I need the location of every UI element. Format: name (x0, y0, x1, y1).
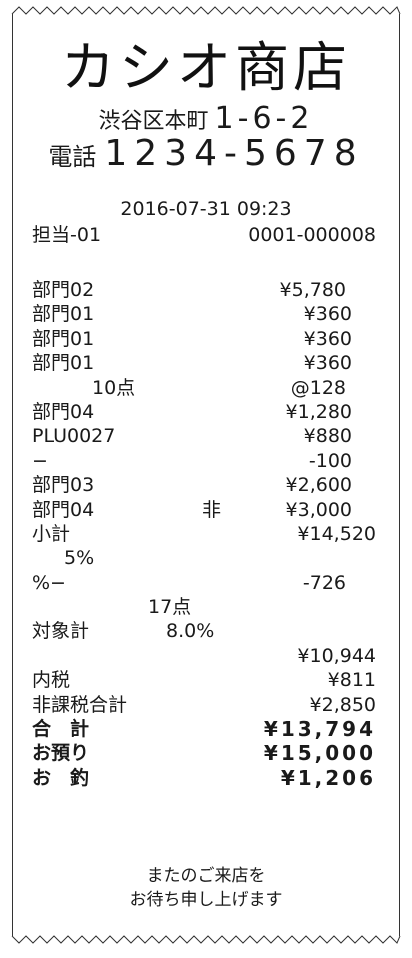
line-item-discount: − -100 (32, 449, 376, 473)
line-label: 部門02 (32, 279, 95, 301)
subtotal-label: 小計 (32, 522, 71, 545)
line-item: 部門02 ¥5,780 (32, 278, 376, 302)
change-amount: ¥1,206 (280, 765, 376, 790)
item-count: 17点 (148, 596, 192, 619)
line-label: 部門01 (32, 352, 95, 375)
line-label: 部門01 (32, 327, 95, 350)
line-amount: ¥360 (303, 352, 352, 375)
total-amount: ¥13,794 (263, 717, 376, 742)
store-phone: 電話 1234-5678 (0, 134, 412, 177)
receipt-bottom-edge (11, 935, 401, 944)
line-label: 部門04 (32, 400, 95, 423)
discount-rate: 5% (64, 547, 95, 570)
tendered-amount: ¥15,000 (263, 741, 376, 766)
line-amount: ¥880 (303, 425, 352, 448)
line-amount: ¥2,600 (285, 474, 352, 497)
line-amount: ¥3,000 (285, 498, 352, 521)
taxable-total-row: 対象計 8.0% (32, 619, 376, 643)
transaction-datetime: 2016-07-31 09:23 (120, 198, 292, 220)
tendered-row: お預り ¥15,000 (32, 741, 376, 765)
line-amount: ¥360 (303, 327, 352, 350)
line-label: − (32, 449, 48, 472)
line-label: 部門01 (32, 303, 95, 326)
line-label: 部門04 (32, 498, 95, 521)
unit-price: @128 (290, 376, 346, 399)
discount-label: %− (32, 571, 66, 594)
non-taxable-total-label: 非課税合計 (32, 693, 128, 716)
footer-line-2: お待ち申し上げます (129, 890, 283, 910)
line-amount: ¥5,780 (279, 279, 346, 301)
staff-id: 担当-01 (32, 224, 102, 246)
taxable-total-amount: ¥10,944 (297, 644, 376, 667)
change-label: お 釣 (32, 766, 90, 789)
total-label: 合 計 (32, 718, 90, 741)
staff-row: 担当-01 0001-000008 (32, 222, 376, 248)
footer-line-1: またのご来店を (146, 866, 266, 886)
non-taxable-mark: 非 (202, 498, 222, 521)
line-label: PLU0027 (32, 425, 116, 448)
line-label: 部門03 (32, 474, 95, 497)
line-item: 部門04 非 ¥3,000 (32, 498, 376, 522)
total-row: 合 計 ¥13,794 (32, 717, 376, 741)
included-tax-label: 内税 (32, 669, 71, 692)
subtotal-row: 小計 ¥14,520 (32, 522, 376, 546)
line-item: PLU0027 ¥880 (32, 424, 376, 448)
line-item: 部門01 ¥360 (32, 302, 376, 326)
quantity-count: 10点 (92, 376, 136, 399)
address-label: 渋谷区本町 (98, 109, 209, 134)
thank-you-message: またのご来店を お待ち申し上げます (0, 864, 412, 912)
included-tax-amount: ¥811 (327, 669, 376, 692)
item-count-row: 17点 (32, 595, 376, 619)
line-item: 部門04 ¥1,280 (32, 400, 376, 424)
line-amount: ¥1,280 (285, 400, 352, 423)
phone-label: 電話 (48, 143, 97, 171)
subtotal-amount: ¥14,520 (297, 522, 376, 545)
line-amount: -100 (308, 449, 352, 472)
receipt-number: 0001-000008 (248, 224, 376, 246)
change-row: お 釣 ¥1,206 (32, 766, 376, 790)
non-taxable-total-row: 非課税合計 ¥2,850 (32, 693, 376, 717)
receipt-top-edge (11, 6, 401, 15)
phone-number: 1234-5678 (104, 133, 364, 174)
taxable-total-label: 対象計 (32, 620, 90, 643)
line-item: 部門03 ¥2,600 (32, 473, 376, 497)
line-amount: ¥360 (303, 303, 352, 326)
tendered-label: お預り (32, 742, 90, 765)
line-item: 部門01 ¥360 (32, 327, 376, 351)
discount-amount: -726 (302, 571, 346, 594)
discount-row: %− -726 (32, 571, 376, 595)
line-items: 部門02 ¥5,780 部門01 ¥360 部門01 ¥360 部門01 ¥360 10… (32, 278, 376, 790)
included-tax-row: 内税 ¥811 (32, 668, 376, 692)
store-name: カシオ商店 (61, 36, 351, 99)
non-taxable-total-amount: ¥2,850 (309, 693, 376, 716)
line-item-quantity: 10点 @128 (32, 376, 376, 400)
taxable-total-amount-row: ¥10,944 (32, 644, 376, 668)
line-item: 部門01 ¥360 (32, 351, 376, 375)
discount-rate-row: 5% (32, 546, 376, 570)
tax-rate: 8.0% (166, 620, 215, 643)
address-number: 1-6-2 (214, 101, 314, 136)
